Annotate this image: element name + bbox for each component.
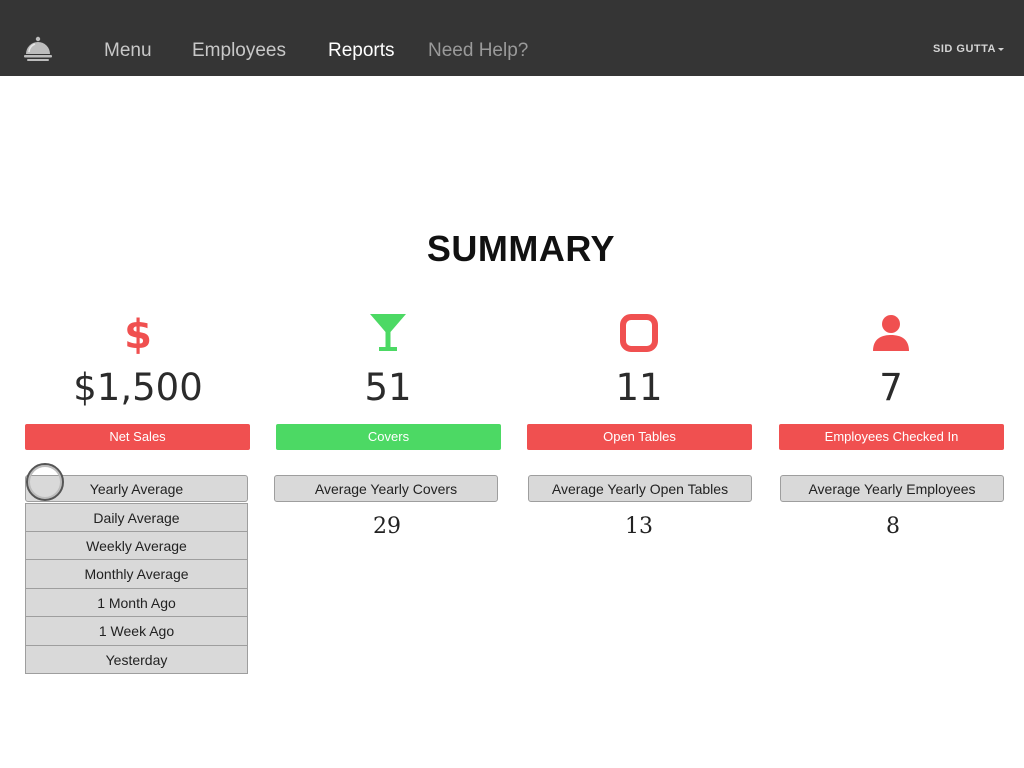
nav-link-reports[interactable]: Reports bbox=[328, 40, 395, 62]
covers-label: Covers bbox=[276, 424, 501, 450]
option-1-week-ago[interactable]: 1 Week Ago bbox=[25, 617, 248, 646]
open-tables-value: 11 bbox=[615, 366, 663, 409]
open-tables-comparison-value: 13 bbox=[625, 514, 653, 539]
employees-comparison-dropdown[interactable]: Average Yearly Employees bbox=[780, 475, 1004, 502]
cloche-icon[interactable] bbox=[23, 35, 53, 63]
open-tables-comparison-dropdown[interactable]: Average Yearly Open Tables bbox=[528, 475, 752, 502]
covers-comparison-value: 29 bbox=[373, 514, 401, 539]
covers-comparison-dropdown[interactable]: Average Yearly Covers bbox=[274, 475, 498, 502]
dollar-icon: $ bbox=[124, 312, 152, 354]
page-title: SUMMARY bbox=[426, 228, 616, 269]
nav-link-employees[interactable]: Employees bbox=[192, 40, 286, 62]
cocktail-icon bbox=[370, 314, 406, 351]
option-monthly-average[interactable]: Monthly Average bbox=[25, 560, 248, 589]
net-sales-label: Net Sales bbox=[25, 424, 250, 450]
top-navbar: Menu Employees Reports Need Help? SID GU… bbox=[0, 0, 1024, 76]
nav-link-menu[interactable]: Menu bbox=[104, 40, 152, 62]
net-sales-value: $1,500 bbox=[73, 366, 203, 409]
svg-text:$: $ bbox=[124, 312, 152, 354]
table-icon bbox=[620, 314, 658, 352]
employees-comparison-value: 8 bbox=[886, 514, 900, 539]
covers-value: 51 bbox=[364, 366, 412, 409]
cursor-indicator bbox=[26, 463, 64, 501]
option-weekly-average[interactable]: Weekly Average bbox=[25, 531, 248, 560]
employees-checked-in-value: 7 bbox=[879, 366, 903, 409]
user-name: SID GUTTA bbox=[933, 43, 996, 55]
user-icon bbox=[873, 315, 909, 351]
net-sales-comparison-options: Daily Average Weekly Average Monthly Ave… bbox=[25, 503, 248, 674]
option-yesterday[interactable]: Yesterday bbox=[25, 645, 248, 674]
option-daily-average[interactable]: Daily Average bbox=[25, 503, 248, 532]
employees-checked-in-label: Employees Checked In bbox=[779, 424, 1004, 450]
option-1-month-ago[interactable]: 1 Month Ago bbox=[25, 588, 248, 617]
open-tables-label: Open Tables bbox=[527, 424, 752, 450]
nav-link-need-help[interactable]: Need Help? bbox=[428, 40, 528, 62]
user-menu[interactable]: SID GUTTA bbox=[933, 43, 1004, 55]
caret-down-icon bbox=[998, 47, 1004, 51]
